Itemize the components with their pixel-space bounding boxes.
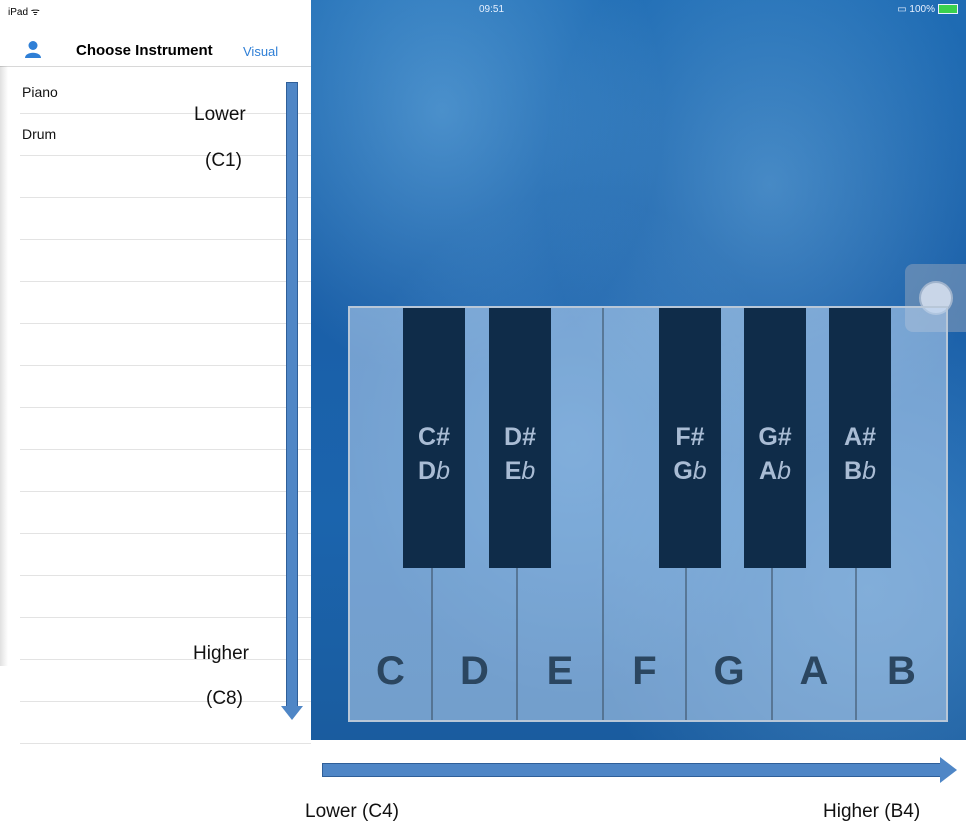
sharp-name: A# (844, 423, 876, 451)
sharp-name: F# (675, 423, 705, 451)
list-item-empty (20, 576, 311, 618)
list-item-label: Drum (22, 126, 57, 142)
list-item-label: Piano (22, 84, 58, 100)
status-time: 09:51 (479, 4, 505, 15)
annotation-horizontal-lower: Lower (C4) (305, 801, 399, 822)
navigation-bar: Choose Instrument Visual (0, 36, 311, 67)
annotation-vertical-higher-note: (C8) (206, 688, 243, 709)
list-item-empty (20, 660, 311, 702)
instrument-sidebar: iPad ᯤ Choose Instrument Visual Piano Dr… (0, 0, 311, 744)
page-title: Choose Instrument (76, 42, 213, 59)
flat-name: Ab (759, 457, 791, 485)
list-item-empty (20, 324, 311, 366)
list-item-empty (20, 534, 311, 576)
horizontal-arrow (322, 763, 942, 777)
list-item-empty (20, 618, 311, 660)
list-item-drum[interactable]: Drum (20, 114, 311, 156)
black-key-a-sharp[interactable]: A# Bb (829, 308, 891, 568)
sharp-name: C# (418, 423, 450, 451)
black-key-c-sharp[interactable]: C# Db (403, 308, 465, 568)
flat-name: Db (418, 457, 450, 485)
black-key-label: C# Db (403, 420, 465, 488)
person-icon[interactable] (24, 40, 42, 58)
arrow-down-icon (281, 706, 303, 720)
white-key-label: A (799, 649, 829, 693)
water-background: 09:51 ▭ 100% C D E F G A B C# Db D# Eb F… (311, 0, 966, 740)
white-key-label: G (713, 649, 745, 693)
visual-button[interactable]: Visual (243, 44, 278, 59)
list-item-empty (20, 702, 311, 744)
battery-percent: 100% (909, 4, 935, 15)
white-key-label: B (887, 649, 916, 693)
battery-icon-glyph: ▭ (897, 4, 907, 15)
status-battery: ▭ 100% (897, 4, 958, 15)
black-key-d-sharp[interactable]: D# Eb (489, 308, 551, 568)
list-item-empty (20, 492, 311, 534)
black-key-label: A# Bb (829, 420, 891, 488)
annotation-vertical-lower-note: (C1) (205, 150, 242, 171)
list-item-empty (20, 366, 311, 408)
black-key-label: F# Gb (659, 420, 721, 488)
list-item-empty (20, 198, 311, 240)
black-key-g-sharp[interactable]: G# Ab (744, 308, 806, 568)
list-item-empty (20, 240, 311, 282)
sharp-name: D# (504, 423, 536, 451)
white-key-label: D (460, 649, 489, 693)
panel-shadow (0, 66, 8, 666)
black-key-f-sharp[interactable]: F# Gb (659, 308, 721, 568)
annotation-vertical-higher: Higher (193, 643, 249, 664)
sharp-name: G# (758, 423, 792, 451)
flat-name: Bb (844, 457, 876, 485)
piano-keyboard: C D E F G A B C# Db D# Eb F# Gb G# Ab A#… (348, 306, 948, 722)
black-key-label: D# Eb (489, 420, 551, 488)
white-key-label: C (376, 649, 405, 693)
annotation-vertical-lower: Lower (194, 104, 246, 125)
instrument-list: Piano Drum (20, 72, 311, 744)
list-item-empty (20, 156, 311, 198)
list-item-empty (20, 408, 311, 450)
list-item-empty (20, 282, 311, 324)
black-key-label: G# Ab (744, 420, 806, 488)
battery-icon (938, 4, 958, 15)
flat-name: Eb (504, 457, 536, 485)
status-device: iPad ᯤ (8, 7, 40, 18)
white-key-label: F (632, 649, 657, 693)
list-item-empty (20, 450, 311, 492)
arrow-right-icon (940, 757, 957, 783)
white-key-label: E (546, 649, 574, 693)
list-item-piano[interactable]: Piano (20, 72, 311, 114)
annotation-horizontal-higher: Higher (B4) (823, 801, 921, 822)
vertical-arrow (286, 82, 298, 709)
flat-name: Gb (673, 457, 707, 485)
